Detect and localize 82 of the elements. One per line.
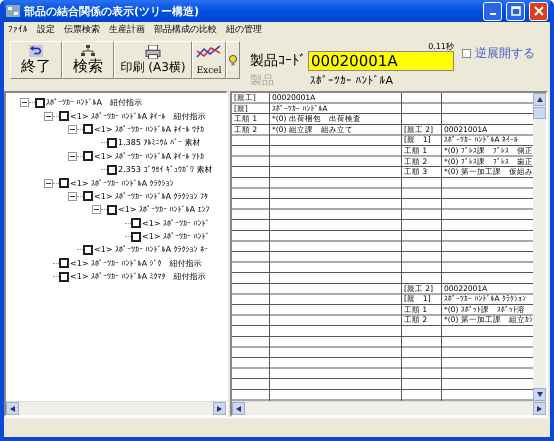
tree-item[interactable]: <1> ｽﾎﾟｰﾂｶｰ ﾊﾝﾄﾞﾙA ｸﾗｸｼｮﾝ ﾌﾀ <box>94 192 208 201</box>
tree-item[interactable]: <1> ｽﾎﾟｰﾂｶｰ ﾊﾝﾄﾞﾙA ﾈｲｰﾙ ｳﾁｶ <box>94 124 204 134</box>
tree-checkbox[interactable] <box>59 178 69 188</box>
horizontal-scrollbar[interactable] <box>6 401 226 415</box>
horizontal-scrollbar[interactable] <box>232 401 546 415</box>
undo-icon <box>28 45 44 57</box>
left-arrow-icon <box>10 406 15 412</box>
menu-item[interactable]: 部品構成の比較 <box>154 23 217 36</box>
printer-icon <box>144 45 162 59</box>
checkbox[interactable] <box>462 49 471 58</box>
tree-item[interactable]: <1> ｽﾎﾟｰﾂｶｰ ﾊﾝﾄﾞ <box>142 232 210 242</box>
minus-icon <box>94 207 99 212</box>
app-icon <box>6 5 20 17</box>
minus-icon <box>70 154 75 159</box>
maximize-button[interactable] <box>506 2 525 20</box>
up-arrow-icon <box>536 97 542 102</box>
hierarchy-icon <box>81 45 95 57</box>
tree-checkbox[interactable] <box>59 258 69 268</box>
tree-checkbox[interactable] <box>131 232 141 242</box>
maximize-icon <box>510 6 520 16</box>
product-code-field[interactable]: 00020001A <box>308 51 454 71</box>
tree-item[interactable]: <1> ｽﾎﾟｰﾂｶｰ ﾊﾝﾄﾞﾙA ﾐｸﾏﾀ 紐付指示 <box>70 271 206 282</box>
close-button[interactable] <box>529 2 548 20</box>
field-label: 製品ｺｰﾄﾞ <box>250 52 306 70</box>
tree-expander[interactable] <box>92 205 101 214</box>
menu-item[interactable]: 生産計画 <box>109 23 145 36</box>
tree-expander[interactable] <box>44 178 53 188</box>
line-chart-icon <box>196 45 222 59</box>
tree-checkbox[interactable] <box>107 204 117 215</box>
tree-item[interactable]: <1> ｽﾎﾟｰﾂｶｰ ﾊﾝﾄﾞﾙA ｼﾞｸ 紐付指示 <box>70 258 202 269</box>
minus-icon <box>46 114 51 119</box>
tree-item[interactable]: <1> ｽﾎﾟｰﾂｶｰ ﾊﾝﾄﾞﾙA ｸﾗｸｼｮﾝ ﾈｰ <box>94 245 208 254</box>
window-title: 部品の結合関係の表示(ツリー構造) <box>24 4 200 18</box>
tree-item[interactable]: 1.385 ｱﾙﾐﾆｳﾑ ﾊﾞｰ 素材 <box>118 137 201 148</box>
close-icon <box>534 6 544 16</box>
tree-checkbox[interactable] <box>35 98 45 108</box>
tree-checkbox[interactable] <box>59 272 69 282</box>
left-arrow-icon <box>236 406 241 412</box>
minus-icon <box>46 180 51 186</box>
tree-checkbox[interactable] <box>59 111 69 122</box>
tree-expander[interactable] <box>68 152 77 161</box>
checkbox-label[interactable]: 逆展開する <box>475 45 535 62</box>
tree-item[interactable]: <1> ｽﾎﾟｰﾂｶｰ ﾊﾝﾄﾞﾙA ｴﾝﾌ <box>118 205 210 214</box>
tree-expander[interactable] <box>68 192 77 201</box>
search-button[interactable]: 検索 <box>62 41 114 79</box>
menu-item[interactable]: ﾌｧｲﾙ <box>8 24 28 35</box>
vertical-scrollbar[interactable] <box>533 93 546 401</box>
field-label: 製品 <box>250 72 275 88</box>
tree-checkbox[interactable] <box>83 191 93 202</box>
menu-item[interactable]: 伝票検索 <box>64 23 100 36</box>
down-arrow-icon <box>536 392 542 397</box>
tree-item[interactable]: <1> ｽﾎﾟｰﾂｶｰ ﾊﾝﾄﾞ <box>142 218 210 228</box>
print-button[interactable]: 印刷 (A3横) <box>114 41 192 79</box>
tree-expander[interactable] <box>68 124 77 134</box>
minimize-button[interactable] <box>483 2 502 20</box>
lightbulb-icon <box>229 54 237 66</box>
right-arrow-icon <box>217 406 222 412</box>
minus-icon <box>22 100 27 106</box>
menu-item[interactable]: 設定 <box>37 23 55 36</box>
tree-item[interactable]: <1> ｽﾎﾟｰﾂｶｰ ﾊﾝﾄﾞﾙA ﾈｲｰﾙ 紐付指示 <box>70 110 206 122</box>
tree-item[interactable]: <1> ｽﾎﾟｰﾂｶｰ ﾊﾝﾄﾞﾙA ｸﾗｸｼｮﾝ <box>70 178 174 188</box>
tree-checkbox[interactable] <box>131 218 141 228</box>
undo-button[interactable]: 終了 <box>10 41 62 79</box>
tree-expander[interactable] <box>44 112 53 121</box>
tree-item[interactable]: <1> ｽﾎﾟｰﾂｶｰ ﾊﾝﾄﾞﾙA ﾈｲｰﾙ ｿﾄｶ <box>94 152 204 161</box>
scrollbar-thumb[interactable] <box>533 107 546 119</box>
minus-icon <box>70 194 75 199</box>
tree-checkbox[interactable] <box>107 164 117 175</box>
minus-icon <box>70 126 75 132</box>
tree-checkbox[interactable] <box>83 244 93 255</box>
help-button[interactable] <box>226 41 240 79</box>
menu-item[interactable]: 紐の管理 <box>226 23 262 36</box>
elapsed-time: 0.11秒 <box>427 40 454 52</box>
tree-checkbox[interactable] <box>83 124 93 134</box>
tree-item[interactable]: 2.353 ｺﾞｳｾｲ ｷﾞｭｳｶﾞﾜ 素材 <box>118 164 213 176</box>
product-name: ｽﾎﾟｰﾂｶｰ ﾊﾝﾄﾞﾙA <box>309 74 394 86</box>
right-arrow-icon <box>537 406 542 412</box>
tree-item[interactable]: ｽﾎﾟｰﾂｶｰ ﾊﾝﾄﾞﾙA 紐付指示 <box>46 97 142 108</box>
tree-checkbox[interactable] <box>83 151 93 162</box>
tree-expander[interactable] <box>20 98 29 108</box>
excel-button[interactable]: Excel <box>192 41 226 79</box>
tree-checkbox[interactable] <box>107 138 117 148</box>
